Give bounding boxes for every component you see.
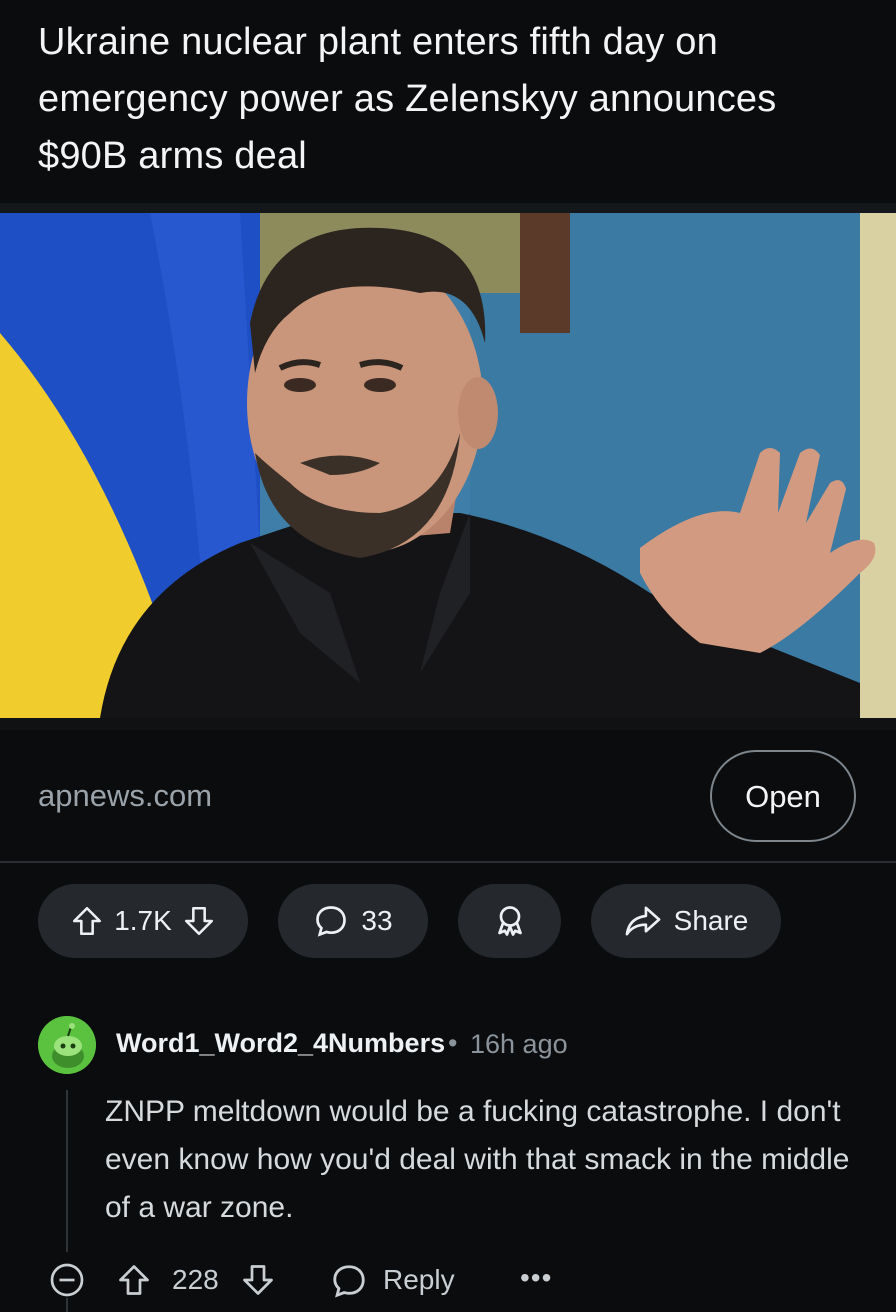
link-domain[interactable]: apnews.com <box>38 778 212 814</box>
upvote-icon[interactable] <box>116 1262 152 1303</box>
meta-separator: • <box>448 1028 458 1058</box>
avatar[interactable] <box>38 1016 96 1074</box>
divider <box>0 203 896 213</box>
comment-bubble-icon <box>313 903 349 939</box>
more-options-button[interactable]: ••• <box>520 1262 552 1294</box>
vote-pill: 1.7K <box>38 884 248 958</box>
comment-score: 228 <box>172 1264 219 1295</box>
comment-count: 33 <box>361 905 393 936</box>
comments-button[interactable]: 33 <box>278 884 428 958</box>
post-image[interactable] <box>0 213 896 718</box>
open-link-button[interactable]: Open <box>710 750 856 842</box>
divider <box>0 861 896 863</box>
avatar-icon <box>38 1016 96 1074</box>
downvote-icon[interactable] <box>240 1262 276 1303</box>
share-label: Share <box>673 905 749 936</box>
reply-button[interactable]: Reply <box>383 1264 455 1296</box>
upvote-icon[interactable] <box>70 904 104 938</box>
share-arrow-icon <box>624 904 662 938</box>
vote-count: 1.7K <box>114 905 172 936</box>
award-button[interactable] <box>458 884 561 958</box>
zelenskyy-photo <box>0 213 896 718</box>
collapse-icon[interactable] <box>49 1262 85 1303</box>
comment-username[interactable]: Word1_Word2_4Numbers <box>116 1028 445 1059</box>
reply-bubble-icon[interactable] <box>330 1262 368 1305</box>
image-footer-bar <box>0 718 896 730</box>
thread-line[interactable] <box>66 1090 68 1252</box>
award-icon <box>492 903 528 939</box>
downvote-icon[interactable] <box>182 904 216 938</box>
thread-line <box>66 1298 68 1312</box>
share-button[interactable]: Share <box>591 884 781 958</box>
post-title[interactable]: Ukraine nuclear plant enters fifth day o… <box>38 14 838 185</box>
comment-age: 16h ago <box>470 1029 568 1059</box>
comment-body: ZNPP meltdown would be a fucking catastr… <box>105 1095 850 1224</box>
